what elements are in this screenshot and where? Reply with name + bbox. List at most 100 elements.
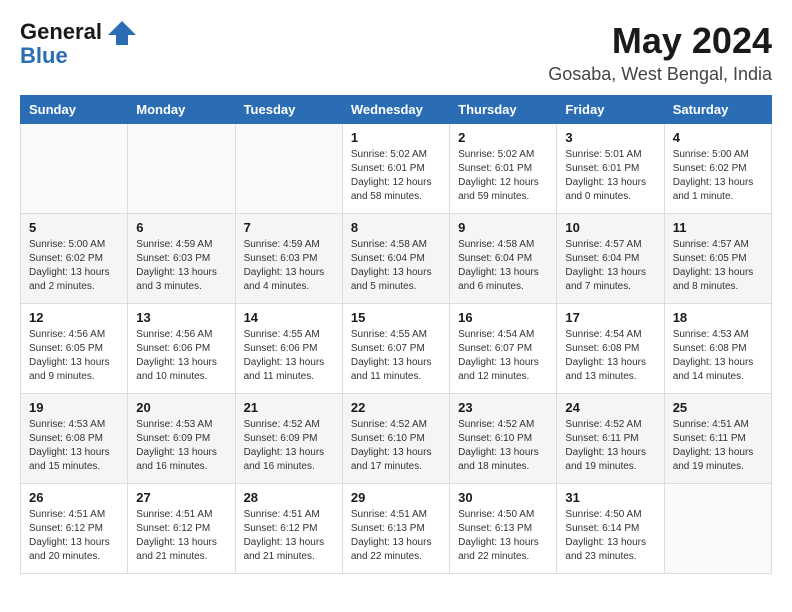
calendar-cell: 1 Sunrise: 5:02 AMSunset: 6:01 PMDaylight… (342, 124, 449, 214)
month-title: May 2024 (548, 20, 772, 62)
calendar-cell: 29 Sunrise: 4:51 AMSunset: 6:13 PMDayligh… (342, 484, 449, 574)
day-number: 18 (673, 310, 763, 325)
calendar-cell: 27 Sunrise: 4:51 AMSunset: 6:12 PMDayligh… (128, 484, 235, 574)
weekday-header-saturday: Saturday (664, 96, 771, 124)
day-number: 26 (29, 490, 119, 505)
logo: GeneralBlue (20, 20, 136, 68)
weekday-header-sunday: Sunday (21, 96, 128, 124)
calendar-week-5: 26 Sunrise: 4:51 AMSunset: 6:12 PMDayligh… (21, 484, 772, 574)
day-number: 28 (244, 490, 334, 505)
calendar-cell: 16 Sunrise: 4:54 AMSunset: 6:07 PMDayligh… (450, 304, 557, 394)
calendar-cell: 4Sunrise: 5:00 AMSunset: 6:02 PMDaylight… (664, 124, 771, 214)
day-info: Sunrise: 5:00 AMSunset: 6:02 PMDaylight:… (29, 238, 119, 294)
title-area: May 2024 Gosaba, West Bengal, India (548, 20, 772, 85)
day-number: 6 (136, 220, 226, 235)
calendar-cell (235, 124, 342, 214)
day-number: 3 (565, 130, 655, 145)
day-number: 2 (458, 130, 548, 145)
calendar-cell: 20Sunrise: 4:53 AMSunset: 6:09 PMDayligh… (128, 394, 235, 484)
calendar-cell: 9Sunrise: 4:58 AMSunset: 6:04 PMDaylight… (450, 214, 557, 304)
day-number: 7 (244, 220, 334, 235)
calendar-table: SundayMondayTuesdayWednesdayThursdayFrid… (20, 95, 772, 574)
day-info: Sunrise: 4:55 AMSunset: 6:06 PMDaylight:… (244, 328, 334, 384)
day-number: 29 (351, 490, 441, 505)
calendar-week-1: 1 Sunrise: 5:02 AMSunset: 6:01 PMDaylight… (21, 124, 772, 214)
calendar-cell: 18Sunrise: 4:53 AMSunset: 6:08 PMDayligh… (664, 304, 771, 394)
calendar-week-4: 19 Sunrise: 4:53 AMSunset: 6:08 PMDayligh… (21, 394, 772, 484)
day-number: 8 (351, 220, 441, 235)
calendar-cell (21, 124, 128, 214)
day-number: 31 (565, 490, 655, 505)
day-number: 17 (565, 310, 655, 325)
calendar-cell: 2 Sunrise: 5:02 AMSunset: 6:01 PMDaylight… (450, 124, 557, 214)
day-number: 11 (673, 220, 763, 235)
calendar-cell (664, 484, 771, 574)
day-info: Sunrise: 4:51 AMSunset: 6:13 PMDaylight:… (351, 508, 441, 564)
day-number: 9 (458, 220, 548, 235)
day-number: 5 (29, 220, 119, 235)
calendar-cell: 3 Sunrise: 5:01 AMSunset: 6:01 PMDaylight… (557, 124, 664, 214)
location-title: Gosaba, West Bengal, India (548, 64, 772, 85)
day-number: 27 (136, 490, 226, 505)
day-info: Sunrise: 5:01 AMSunset: 6:01 PMDaylight:… (565, 148, 655, 204)
weekday-header-tuesday: Tuesday (235, 96, 342, 124)
day-info: Sunrise: 4:51 AMSunset: 6:11 PMDaylight:… (673, 418, 763, 474)
day-number: 21 (244, 400, 334, 415)
day-info: Sunrise: 4:59 AMSunset: 6:03 PMDaylight:… (136, 238, 226, 294)
calendar-cell: 17 Sunrise: 4:54 AMSunset: 6:08 PMDayligh… (557, 304, 664, 394)
day-info: Sunrise: 4:56 AMSunset: 6:06 PMDaylight:… (136, 328, 226, 384)
weekday-header-friday: Friday (557, 96, 664, 124)
day-number: 16 (458, 310, 548, 325)
logo-icon (108, 21, 136, 49)
weekday-header-thursday: Thursday (450, 96, 557, 124)
day-info: Sunrise: 4:59 AMSunset: 6:03 PMDaylight:… (244, 238, 334, 294)
day-info: Sunrise: 4:50 AMSunset: 6:13 PMDaylight:… (458, 508, 548, 564)
calendar-cell: 21Sunrise: 4:52 AMSunset: 6:09 PMDayligh… (235, 394, 342, 484)
day-number: 25 (673, 400, 763, 415)
day-number: 30 (458, 490, 548, 505)
day-number: 15 (351, 310, 441, 325)
calendar-cell: 28 Sunrise: 4:51 AMSunset: 6:12 PMDayligh… (235, 484, 342, 574)
day-number: 22 (351, 400, 441, 415)
day-number: 19 (29, 400, 119, 415)
day-info: Sunrise: 5:02 AMSunset: 6:01 PMDaylight:… (351, 148, 441, 204)
page-header: GeneralBlue May 2024 Gosaba, West Bengal… (20, 20, 772, 85)
day-info: Sunrise: 4:57 AMSunset: 6:05 PMDaylight:… (673, 238, 763, 294)
calendar-cell: 12Sunrise: 4:56 AMSunset: 6:05 PMDayligh… (21, 304, 128, 394)
calendar-cell: 26 Sunrise: 4:51 AMSunset: 6:12 PMDayligh… (21, 484, 128, 574)
day-number: 4 (673, 130, 763, 145)
calendar-cell: 11 Sunrise: 4:57 AMSunset: 6:05 PMDayligh… (664, 214, 771, 304)
day-info: Sunrise: 4:53 AMSunset: 6:09 PMDaylight:… (136, 418, 226, 474)
day-info: Sunrise: 4:52 AMSunset: 6:10 PMDaylight:… (351, 418, 441, 474)
day-number: 14 (244, 310, 334, 325)
day-info: Sunrise: 4:51 AMSunset: 6:12 PMDaylight:… (136, 508, 226, 564)
calendar-cell: 19 Sunrise: 4:53 AMSunset: 6:08 PMDayligh… (21, 394, 128, 484)
calendar-week-3: 12Sunrise: 4:56 AMSunset: 6:05 PMDayligh… (21, 304, 772, 394)
day-info: Sunrise: 4:55 AMSunset: 6:07 PMDaylight:… (351, 328, 441, 384)
day-number: 1 (351, 130, 441, 145)
day-info: Sunrise: 4:54 AMSunset: 6:08 PMDaylight:… (565, 328, 655, 384)
day-number: 10 (565, 220, 655, 235)
day-info: Sunrise: 4:54 AMSunset: 6:07 PMDaylight:… (458, 328, 548, 384)
calendar-cell (128, 124, 235, 214)
day-info: Sunrise: 4:52 AMSunset: 6:11 PMDaylight:… (565, 418, 655, 474)
calendar-week-2: 5 Sunrise: 5:00 AMSunset: 6:02 PMDaylight… (21, 214, 772, 304)
calendar-cell: 10 Sunrise: 4:57 AMSunset: 6:04 PMDayligh… (557, 214, 664, 304)
calendar-cell: 30 Sunrise: 4:50 AMSunset: 6:13 PMDayligh… (450, 484, 557, 574)
day-info: Sunrise: 4:50 AMSunset: 6:14 PMDaylight:… (565, 508, 655, 564)
calendar-cell: 6 Sunrise: 4:59 AMSunset: 6:03 PMDaylight… (128, 214, 235, 304)
logo-text: GeneralBlue (20, 20, 102, 68)
day-info: Sunrise: 4:52 AMSunset: 6:10 PMDaylight:… (458, 418, 548, 474)
day-info: Sunrise: 4:57 AMSunset: 6:04 PMDaylight:… (565, 238, 655, 294)
calendar-cell: 25 Sunrise: 4:51 AMSunset: 6:11 PMDayligh… (664, 394, 771, 484)
day-info: Sunrise: 5:02 AMSunset: 6:01 PMDaylight:… (458, 148, 548, 204)
weekday-header-monday: Monday (128, 96, 235, 124)
day-info: Sunrise: 4:53 AMSunset: 6:08 PMDaylight:… (29, 418, 119, 474)
day-number: 23 (458, 400, 548, 415)
day-number: 24 (565, 400, 655, 415)
calendar-cell: 15 Sunrise: 4:55 AMSunset: 6:07 PMDayligh… (342, 304, 449, 394)
day-info: Sunrise: 4:51 AMSunset: 6:12 PMDaylight:… (29, 508, 119, 564)
day-number: 13 (136, 310, 226, 325)
calendar-cell: 13 Sunrise: 4:56 AMSunset: 6:06 PMDayligh… (128, 304, 235, 394)
day-info: Sunrise: 4:51 AMSunset: 6:12 PMDaylight:… (244, 508, 334, 564)
